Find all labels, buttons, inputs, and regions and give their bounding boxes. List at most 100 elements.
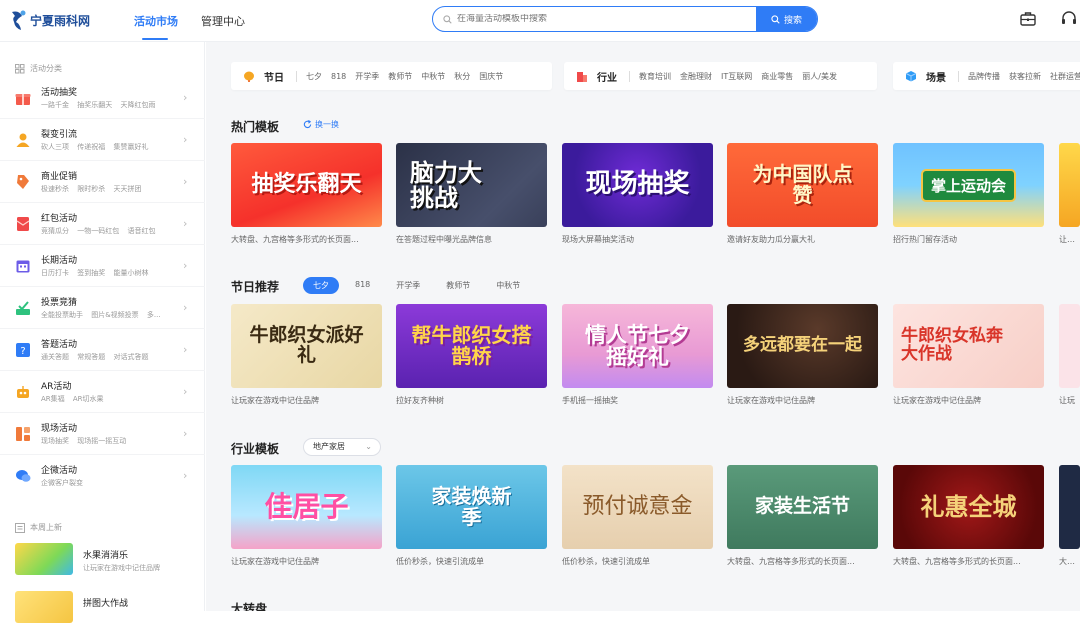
new-item-title: 拼图大作战	[83, 599, 129, 609]
search-input[interactable]	[457, 14, 737, 24]
template-caption: 在答题过程中曝光品牌信息	[396, 235, 492, 244]
sidebar-item-fission[interactable]: 裂变引流 砍人三项 传递祝福 集赞赢好礼 ›	[0, 119, 205, 161]
template-thumbnail	[1059, 143, 1080, 227]
template-thumbnail: 多远都要在一起	[727, 304, 878, 388]
template-caption: 让玩家在游戏中记住品牌	[231, 557, 319, 566]
sidebar-item-title: 红包活动	[41, 214, 78, 224]
banner-text: 家装焕新季	[431, 484, 512, 529]
tab-mid-autumn[interactable]: 中秋节	[486, 277, 530, 294]
sidebar-item-title: 裂变引流	[41, 130, 78, 140]
filter-tag[interactable]: 开学季	[355, 71, 379, 82]
tab-qixi[interactable]: 七夕	[303, 277, 339, 294]
sidebar-item-wecom[interactable]: 企微活动 企微客户裂变 ›	[0, 455, 205, 497]
sidebar-item-title: 投票竞猜	[41, 298, 78, 308]
sidebar-item-long-term[interactable]: 长期活动 日历打卡 签到抽奖 能量小树林 ›	[0, 245, 205, 287]
filter-tag[interactable]: 教育培训	[639, 71, 671, 82]
gift-icon	[15, 94, 31, 105]
tab-teachers-day[interactable]: 教师节	[436, 277, 480, 294]
filter-tag[interactable]: 商业零售	[761, 71, 793, 82]
banner-text: 牛郎织女派好礼	[249, 324, 364, 366]
banner-text: 预付诚意金	[582, 494, 693, 520]
search-button[interactable]: 搜索	[756, 7, 817, 31]
filter-tag[interactable]: 社群运营	[1050, 71, 1080, 82]
sidebar-item-ar[interactable]: AR活动 AR集福 AR切水果 ›	[0, 371, 205, 413]
template-thumbnail: 掌上运动会	[893, 143, 1044, 227]
template-thumbnail: 抽奖乐翻天	[231, 143, 382, 227]
sidebar-item-lottery[interactable]: 活动抽奖 一路千金 抽奖乐翻天 天降红包雨 ›	[0, 77, 205, 119]
chevron-right-icon: ›	[183, 217, 188, 230]
template-thumbnail: 帮牛郎织女搭鹊桥	[396, 304, 547, 388]
sidebar-item-sub: 全能投票助手 图片&视频投票 多...	[41, 311, 161, 319]
sidebar-item-sub: 通关答题 常规答题 对话式答题	[41, 353, 149, 361]
filter-tag[interactable]: 金融理财	[680, 71, 712, 82]
filter-tag[interactable]: 教师节	[388, 71, 412, 82]
filter-tag[interactable]: 获客拉新	[1009, 71, 1041, 82]
filter-tag[interactable]: 国庆节	[479, 71, 503, 82]
sidebar-category-label: 活动分类	[30, 64, 62, 73]
banner-text: 佳居子	[264, 490, 349, 524]
category-icon	[15, 63, 25, 73]
template-caption: 让玩家	[1059, 235, 1080, 244]
refresh-label: 换一换	[315, 120, 339, 129]
sidebar-item-red-envelope[interactable]: 红包活动 竞猜瓜分 一物一码红包 语音红包 ›	[0, 203, 205, 245]
sidebar-item-title: 答题活动	[41, 340, 78, 350]
banner-text: 情人节七夕摇好礼	[585, 321, 690, 369]
filter-tag[interactable]: 七夕	[306, 71, 322, 82]
new-item-title: 水果消消乐	[83, 551, 129, 561]
tab-818[interactable]: 818	[345, 277, 380, 294]
nav-activity-market[interactable]: 活动市场	[134, 13, 178, 29]
banner-text: 礼惠全城	[920, 492, 1017, 522]
sidebar-item-onsite[interactable]: 现场活动 现场抽奖 现场摇一摇互动 ›	[0, 413, 205, 455]
toolbox-icon[interactable]	[1019, 10, 1037, 28]
sidebar-item-promotion[interactable]: 商业促销 极速秒杀 限时秒杀 天天拼团 ›	[0, 161, 205, 203]
template-caption: 大转盘	[1059, 557, 1080, 566]
banner-text: 帮牛郎织女搭鹊桥	[411, 323, 532, 368]
sidebar-item-vote[interactable]: 投票竞猜 全能投票助手 图片&视频投票 多... ›	[0, 287, 205, 329]
template-caption: 让玩家在游戏中记住品牌	[231, 396, 319, 405]
template-caption: 低价秒杀，快速引流成单	[562, 557, 650, 566]
search-button-label: 搜索	[783, 15, 802, 26]
chevron-right-icon: ›	[183, 469, 188, 482]
section-title-wheel: 大转盘	[231, 602, 268, 611]
template-caption: 让玩	[1059, 396, 1075, 405]
filter-tag[interactable]: IT互联网	[721, 71, 752, 82]
filter-separator	[958, 70, 959, 82]
sidebar-item-quiz[interactable]: ? 答题活动 通关答题 常规答题 对话式答题 ›	[0, 329, 205, 371]
industry-select[interactable]: 地产家居 ⌄	[303, 438, 381, 456]
template-caption: 拉好友齐种树	[396, 396, 444, 405]
filter-separator	[296, 70, 297, 82]
new-item-sub: 让玩家在游戏中记住品牌	[83, 564, 160, 572]
sidebar-item-sub: 砍人三项 传递祝福 集赞赢好礼	[41, 143, 149, 151]
template-caption: 低价秒杀，快速引流成单	[396, 557, 484, 566]
tab-school-season[interactable]: 开学季	[386, 277, 430, 294]
new-item-puzzle[interactable]: 拼图大作战	[0, 591, 205, 631]
template-caption: 现场大屏幕抽奖活动	[562, 235, 634, 244]
template-thumbnail: 脑力大挑战	[396, 143, 547, 227]
nav-management-center[interactable]: 管理中心	[201, 13, 245, 29]
filter-tag[interactable]: 品牌传播	[968, 71, 1000, 82]
template-caption: 大转盘、九宫格等多形式的长页面...	[231, 235, 359, 244]
banner-text: 多远都要在一起	[743, 335, 862, 356]
sidebar-item-sub: AR集福 AR切水果	[41, 395, 104, 403]
sidebar-new-label: 本周上新	[30, 523, 62, 532]
template-caption: 大转盘、九宫格等多形式的长页面...	[727, 557, 855, 566]
filter-tag[interactable]: 秋分	[454, 71, 470, 82]
headset-icon[interactable]	[1060, 10, 1078, 28]
chat-icon	[16, 470, 31, 482]
tag-icon	[17, 175, 29, 189]
banner-text: 现场抽奖	[585, 169, 690, 200]
filter-tag[interactable]: 中秋节	[421, 71, 445, 82]
refresh-button[interactable]: 换一换	[303, 119, 339, 130]
logo[interactable]: 宁夏雨科网	[10, 8, 90, 32]
chevron-right-icon: ›	[183, 91, 188, 104]
filter-separator	[629, 70, 630, 82]
question-icon: ?	[16, 343, 30, 357]
filter-tag[interactable]: 818	[331, 72, 346, 81]
template-thumbnail	[1059, 304, 1080, 388]
new-item-fruit[interactable]: 水果消消乐 让玩家在游戏中记住品牌	[0, 543, 205, 583]
chevron-right-icon: ›	[183, 259, 188, 272]
section-title-hot: 热门模板	[231, 120, 280, 134]
chevron-right-icon: ›	[183, 133, 188, 146]
filter-tag[interactable]: 丽人/美发	[802, 71, 837, 82]
banner-text: 为中国队点赞	[752, 162, 853, 207]
